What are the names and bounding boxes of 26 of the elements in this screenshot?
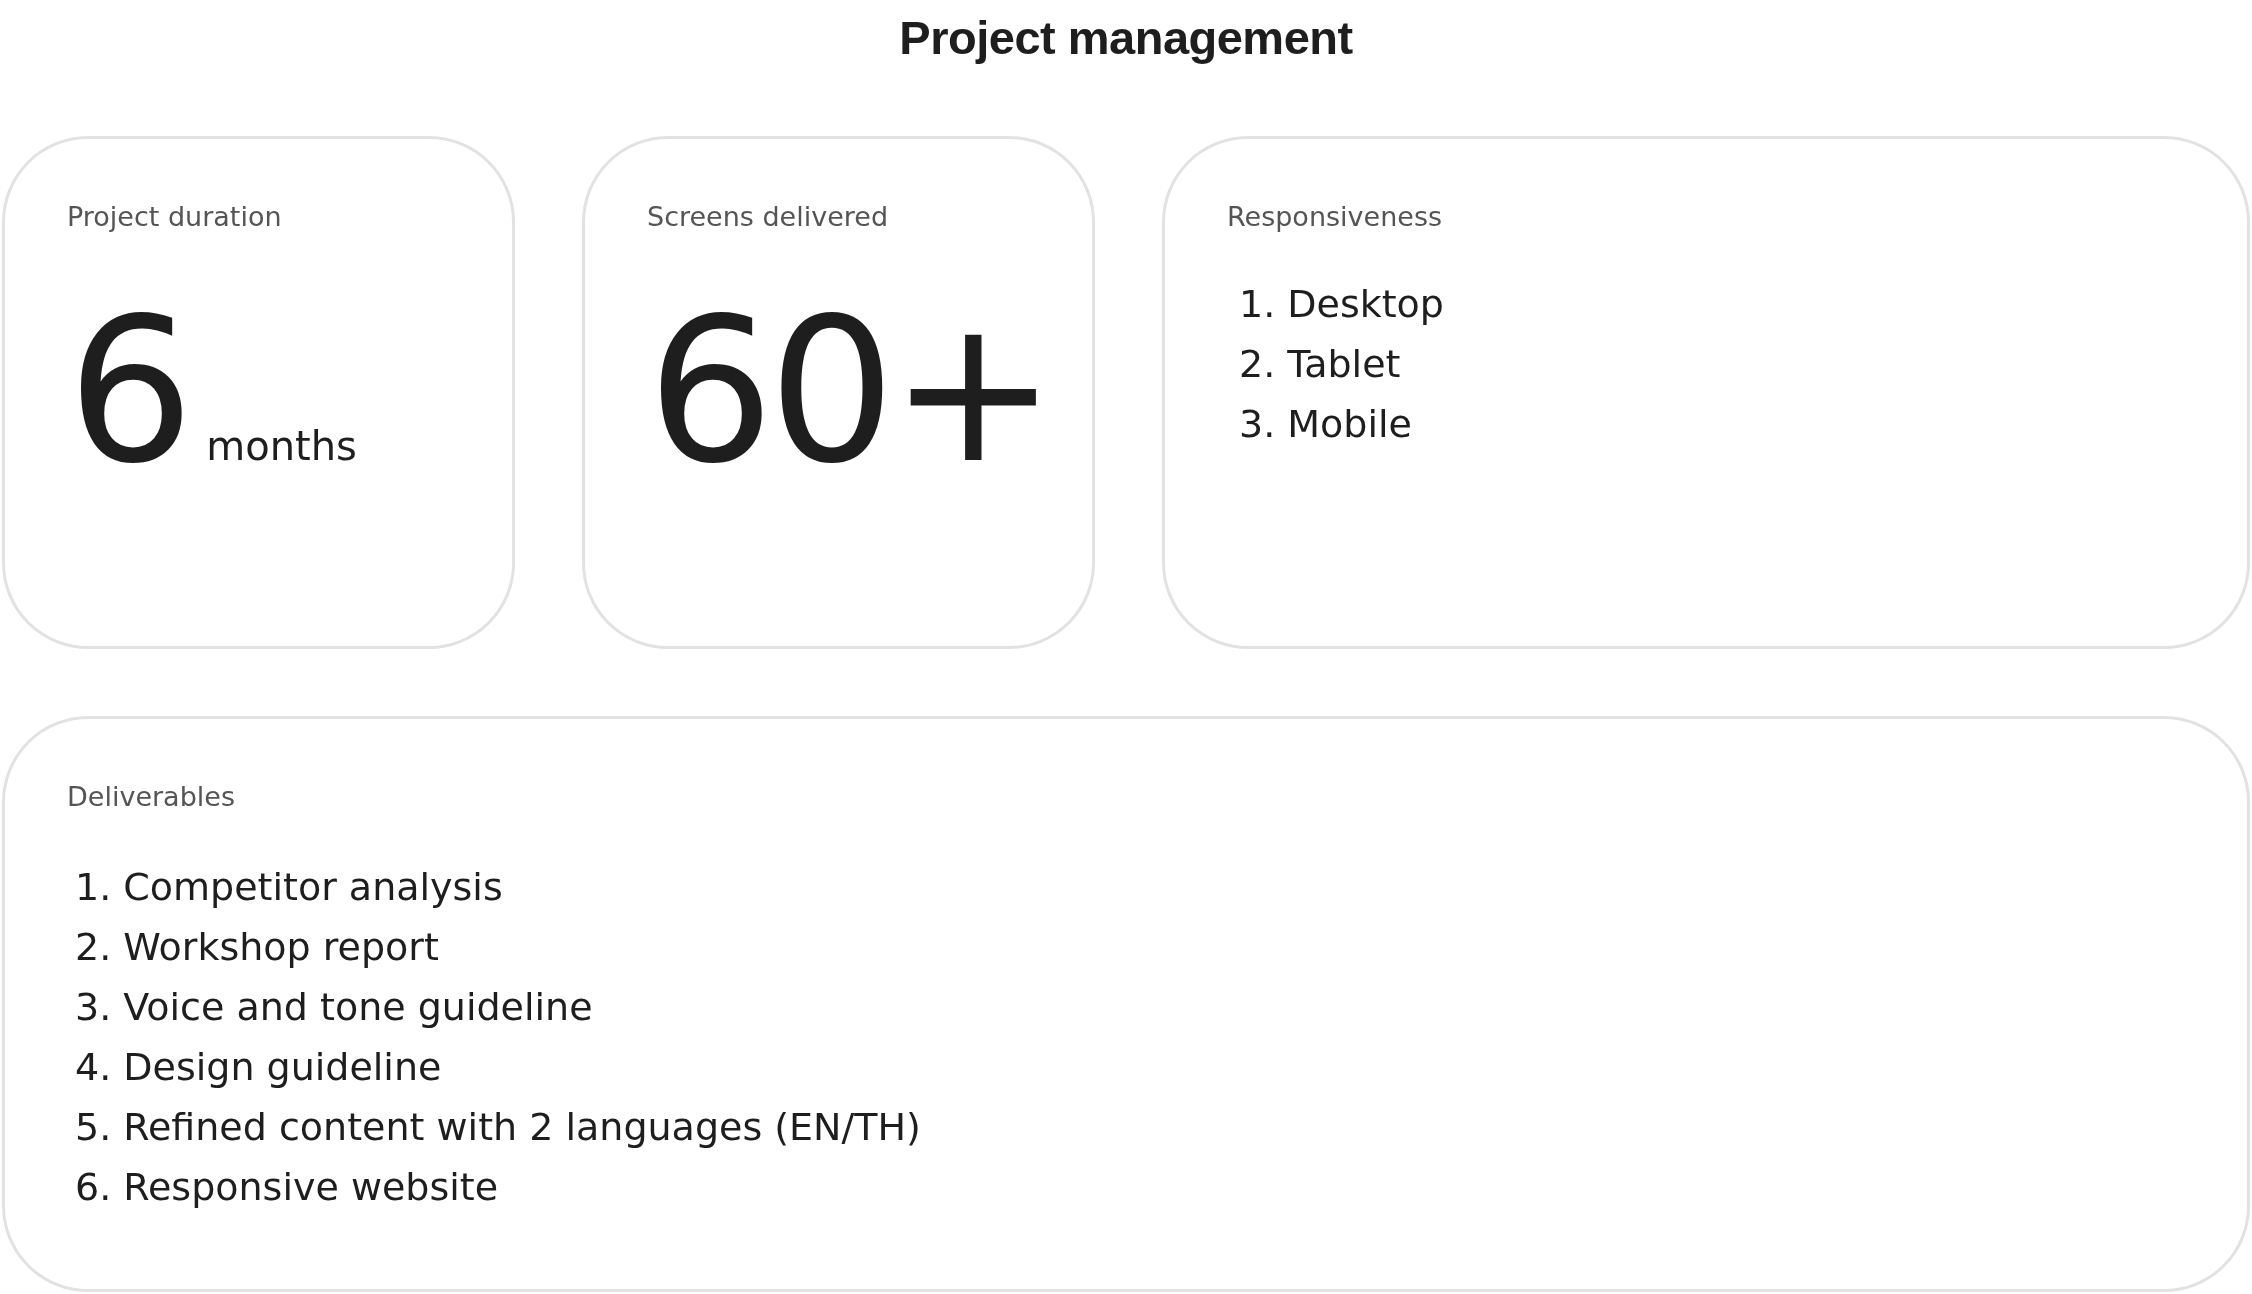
list-item: Responsive website bbox=[123, 1164, 499, 1211]
card-label: Deliverables bbox=[67, 780, 236, 814]
list-item: Workshop report bbox=[123, 924, 439, 971]
card-label: Project duration bbox=[67, 200, 283, 234]
list-item: Voice and tone guideline bbox=[123, 984, 593, 1031]
list-item: Tablet bbox=[1287, 341, 1401, 388]
list-item: Competitor analysis bbox=[123, 864, 503, 911]
list-item: Mobile bbox=[1287, 401, 1412, 448]
list-number: 5. bbox=[75, 1104, 112, 1151]
list-number: 2. bbox=[1239, 341, 1276, 388]
list-number: 1. bbox=[75, 864, 112, 911]
stat-unit: months bbox=[206, 423, 357, 469]
list-number: 2. bbox=[75, 924, 112, 971]
list-item: Desktop bbox=[1287, 281, 1444, 328]
list-number: 6. bbox=[75, 1164, 112, 1211]
list-item: Refined content with 2 languages (EN/TH) bbox=[123, 1104, 921, 1151]
card-label: Screens delivered bbox=[647, 200, 890, 234]
page-title: Project management bbox=[898, 10, 1354, 66]
list-item: Design guideline bbox=[123, 1044, 442, 1091]
card-label: Responsiveness bbox=[1227, 200, 1443, 234]
list-number: 3. bbox=[1239, 401, 1276, 448]
stat-value: 6 bbox=[67, 281, 189, 501]
list-number: 3. bbox=[75, 984, 112, 1031]
list-number: 1. bbox=[1239, 281, 1276, 328]
list-number: 4. bbox=[75, 1044, 112, 1091]
stat-value: 60+ bbox=[647, 281, 1052, 501]
